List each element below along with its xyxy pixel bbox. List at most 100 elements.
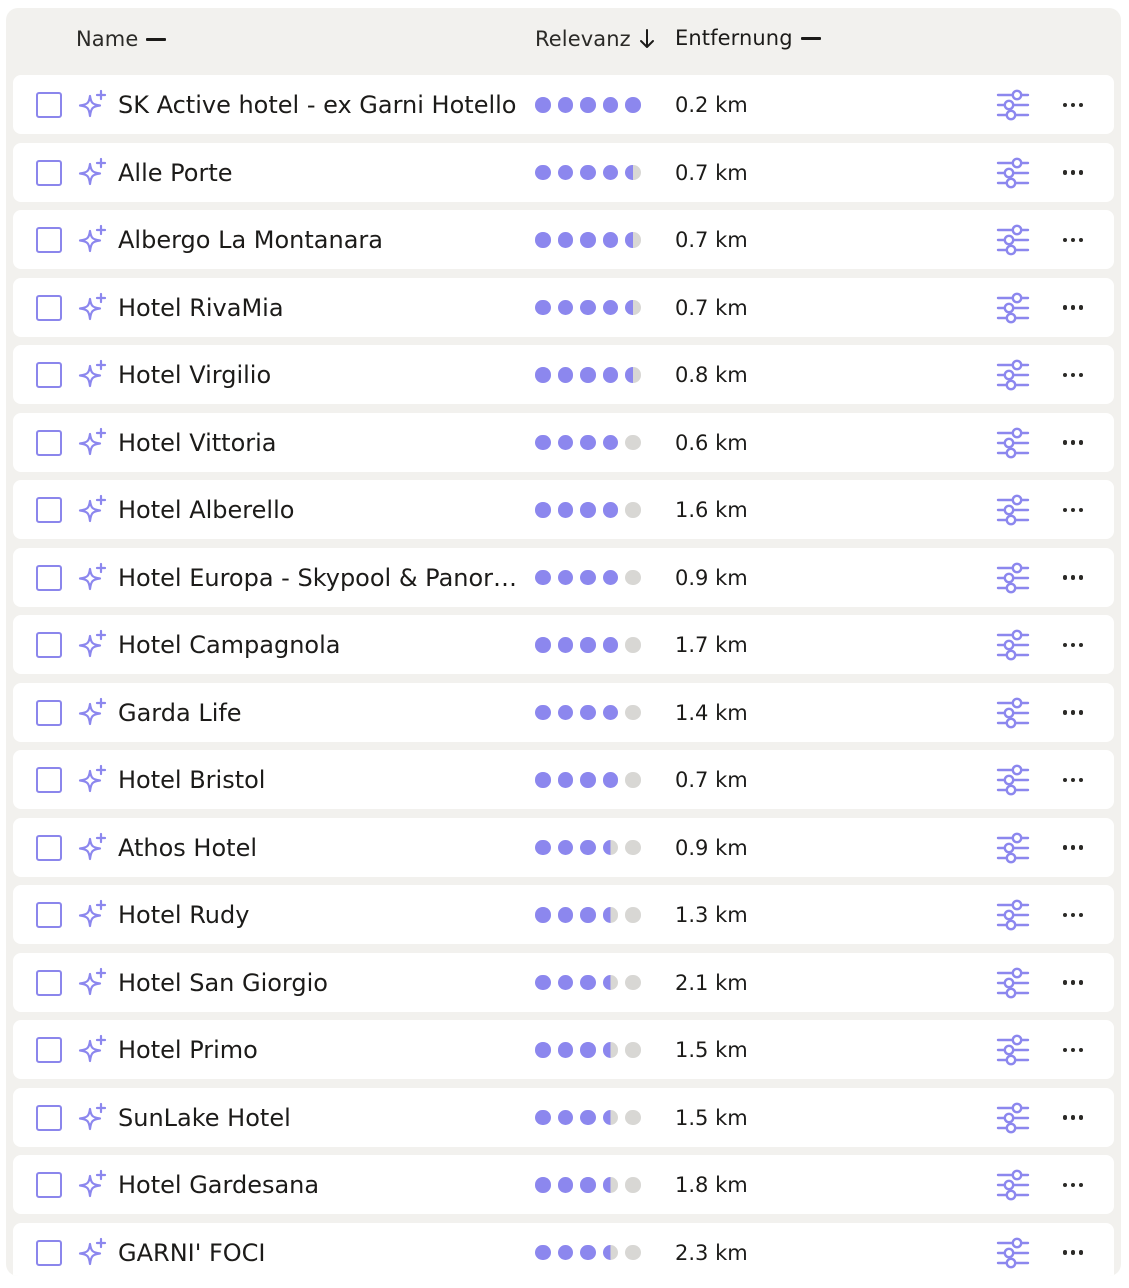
row-checkbox[interactable] xyxy=(36,902,62,928)
row-checkbox[interactable] xyxy=(36,227,62,253)
row-checkbox[interactable] xyxy=(36,834,62,861)
more-horizontal-icon[interactable] xyxy=(1058,1239,1088,1267)
sparkle-icon[interactable] xyxy=(77,224,109,256)
sparkle-icon[interactable] xyxy=(77,1034,109,1066)
sliders-icon[interactable] xyxy=(996,291,1030,325)
hotel-name[interactable]: Hotel Virgilio xyxy=(118,359,526,391)
sparkle-icon[interactable] xyxy=(77,967,109,999)
sliders-icon[interactable] xyxy=(996,763,1030,797)
sparkle-icon[interactable] xyxy=(77,427,109,459)
hotel-row[interactable]: Hotel Bristol 0.7 km xyxy=(13,750,1114,809)
hotel-row[interactable]: Hotel Primo 1.5 km xyxy=(13,1020,1114,1079)
sparkle-icon[interactable] xyxy=(77,899,109,931)
sliders-icon[interactable] xyxy=(996,966,1030,1000)
hotel-name[interactable]: Hotel Europa - Skypool & Panorama xyxy=(118,562,526,594)
hotel-row[interactable]: Hotel Gardesana 1.8 km xyxy=(13,1155,1114,1214)
hotel-name[interactable]: Hotel Alberello xyxy=(118,494,526,526)
sparkle-icon[interactable] xyxy=(77,764,109,796)
sliders-icon[interactable] xyxy=(996,831,1030,865)
more-horizontal-icon[interactable] xyxy=(1058,429,1088,457)
more-horizontal-icon[interactable] xyxy=(1058,294,1088,322)
sparkle-icon[interactable] xyxy=(77,359,109,391)
sort-by-distance-header[interactable]: Entfernung xyxy=(675,24,821,52)
hotel-row[interactable]: GARNI' FOCI 2.3 km xyxy=(13,1222,1114,1276)
hotel-name[interactable]: Garda Life xyxy=(118,697,526,729)
more-horizontal-icon[interactable] xyxy=(1058,901,1088,929)
more-horizontal-icon[interactable] xyxy=(1058,766,1088,794)
row-checkbox[interactable] xyxy=(36,159,62,186)
hotel-name[interactable]: Hotel Primo xyxy=(118,1034,526,1066)
sliders-icon[interactable] xyxy=(996,561,1030,595)
more-horizontal-icon[interactable] xyxy=(1058,969,1088,997)
sliders-icon[interactable] xyxy=(996,493,1030,527)
sliders-icon[interactable] xyxy=(996,156,1030,190)
hotel-row[interactable]: Hotel San Giorgio 2.1 km xyxy=(13,952,1114,1012)
more-horizontal-icon[interactable] xyxy=(1058,631,1088,659)
row-checkbox[interactable] xyxy=(36,294,62,321)
hotel-name[interactable]: SK Active hotel - ex Garni Hotello xyxy=(118,89,526,121)
sliders-icon[interactable] xyxy=(996,898,1030,932)
sliders-icon[interactable] xyxy=(996,1236,1030,1270)
hotel-name[interactable]: SunLake Hotel xyxy=(118,1102,526,1134)
row-checkbox[interactable] xyxy=(36,1172,62,1198)
hotel-row[interactable]: Hotel Alberello 1.6 km xyxy=(13,480,1114,539)
row-checkbox[interactable] xyxy=(36,1239,62,1266)
more-horizontal-icon[interactable] xyxy=(1058,226,1088,254)
row-checkbox[interactable] xyxy=(36,1037,62,1063)
sliders-icon[interactable] xyxy=(996,1033,1030,1067)
sliders-icon[interactable] xyxy=(996,696,1030,730)
row-checkbox[interactable] xyxy=(36,1104,62,1131)
sparkle-icon[interactable] xyxy=(77,157,109,189)
more-horizontal-icon[interactable] xyxy=(1058,1104,1088,1132)
sliders-icon[interactable] xyxy=(996,1101,1030,1135)
sparkle-icon[interactable] xyxy=(77,697,109,729)
sparkle-icon[interactable] xyxy=(77,1102,109,1134)
row-checkbox[interactable] xyxy=(36,497,62,523)
row-checkbox[interactable] xyxy=(36,362,62,388)
hotel-name[interactable]: Hotel Rudy xyxy=(118,899,526,931)
more-horizontal-icon[interactable] xyxy=(1058,699,1088,727)
sliders-icon[interactable] xyxy=(996,628,1030,662)
hotel-row[interactable]: Albergo La Montanara 0.7 km xyxy=(13,210,1114,269)
sliders-icon[interactable] xyxy=(996,426,1030,460)
hotel-row[interactable]: SunLake Hotel 1.5 km xyxy=(13,1087,1114,1147)
sliders-icon[interactable] xyxy=(996,88,1030,122)
more-horizontal-icon[interactable] xyxy=(1058,564,1088,592)
more-horizontal-icon[interactable] xyxy=(1058,496,1088,524)
sparkle-icon[interactable] xyxy=(77,1237,109,1269)
hotel-row[interactable]: SK Active hotel - ex Garni Hotello 0.2 k… xyxy=(13,75,1114,134)
hotel-row[interactable]: Hotel Rudy 1.3 km xyxy=(13,885,1114,944)
more-horizontal-icon[interactable] xyxy=(1058,1171,1088,1199)
hotel-name[interactable]: Hotel Gardesana xyxy=(118,1169,526,1201)
hotel-name[interactable]: Hotel Bristol xyxy=(118,764,526,796)
sparkle-icon[interactable] xyxy=(77,832,109,864)
sliders-icon[interactable] xyxy=(996,1168,1030,1202)
row-checkbox[interactable] xyxy=(36,969,62,996)
hotel-row[interactable]: Hotel Vittoria 0.6 km xyxy=(13,412,1114,472)
row-checkbox[interactable] xyxy=(36,632,62,658)
sliders-icon[interactable] xyxy=(996,358,1030,392)
row-checkbox[interactable] xyxy=(36,429,62,456)
hotel-row[interactable]: Hotel Virgilio 0.8 km xyxy=(13,345,1114,404)
more-horizontal-icon[interactable] xyxy=(1058,1036,1088,1064)
sort-by-name-header[interactable]: Name xyxy=(76,24,167,54)
hotel-name[interactable]: Hotel Campagnola xyxy=(118,629,526,661)
sliders-icon[interactable] xyxy=(996,223,1030,257)
sort-by-relevance-header[interactable]: Relevanz xyxy=(535,24,655,54)
row-checkbox[interactable] xyxy=(36,767,62,793)
more-horizontal-icon[interactable] xyxy=(1058,91,1088,119)
sparkle-icon[interactable] xyxy=(77,562,109,594)
hotel-name[interactable]: Athos Hotel xyxy=(118,832,526,864)
hotel-row[interactable]: Hotel Europa - Skypool & Panorama 0.9 km xyxy=(13,547,1114,607)
hotel-name[interactable]: Hotel RivaMia xyxy=(118,292,526,324)
hotel-row[interactable]: Athos Hotel 0.9 km xyxy=(13,817,1114,877)
sparkle-icon[interactable] xyxy=(77,292,109,324)
sparkle-icon[interactable] xyxy=(77,89,109,121)
hotel-name[interactable]: GARNI' FOCI xyxy=(118,1237,526,1269)
hotel-row[interactable]: Garda Life 1.4 km xyxy=(13,682,1114,742)
hotel-name[interactable]: Hotel Vittoria xyxy=(118,427,526,459)
more-horizontal-icon[interactable] xyxy=(1058,159,1088,187)
hotel-row[interactable]: Hotel RivaMia 0.7 km xyxy=(13,277,1114,337)
hotel-row[interactable]: Alle Porte 0.7 km xyxy=(13,142,1114,202)
sparkle-icon[interactable] xyxy=(77,629,109,661)
